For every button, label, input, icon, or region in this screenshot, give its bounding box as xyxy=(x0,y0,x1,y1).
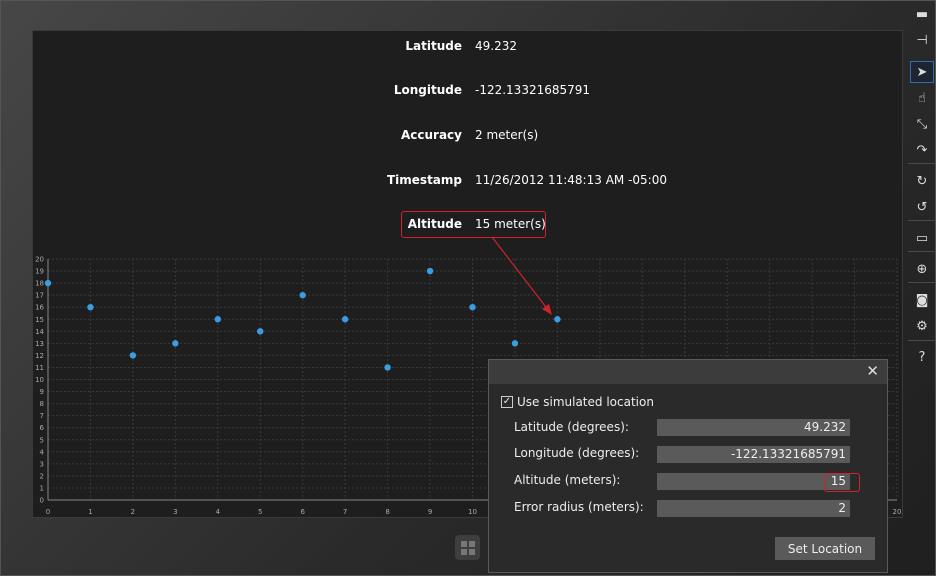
pointer-icon[interactable]: ➤ xyxy=(910,61,934,83)
data-point xyxy=(469,304,476,311)
data-point xyxy=(214,316,221,323)
screenshot-icon[interactable]: ◙ xyxy=(910,289,934,311)
data-point xyxy=(426,267,434,275)
data-point xyxy=(44,279,52,287)
data-point xyxy=(341,316,349,323)
y-tick-label: 18 xyxy=(35,280,44,288)
x-tick-label: 6 xyxy=(300,508,305,516)
use-simulated-label: Use simulated location xyxy=(517,395,654,409)
altitude-input[interactable] xyxy=(657,473,850,490)
data-point xyxy=(299,291,306,299)
pinch-zoom-icon[interactable]: ⤡ xyxy=(910,113,934,135)
x-tick-label: 9 xyxy=(428,508,432,516)
y-tick-label: 3 xyxy=(40,460,44,468)
use-simulated-checkbox[interactable]: ✓ Use simulated location xyxy=(501,395,654,409)
x-tick-label: 10 xyxy=(468,508,477,516)
latitude-input[interactable] xyxy=(657,419,850,436)
x-tick-label: 0 xyxy=(46,508,50,516)
y-tick-label: 19 xyxy=(35,268,44,276)
x-tick-label: 4 xyxy=(216,508,221,516)
data-point xyxy=(384,364,391,371)
x-tick-label: 1 xyxy=(88,508,92,516)
toolbar-divider xyxy=(908,251,936,252)
location-dialog: ✕ ✓ Use simulated location Latitude (deg… xyxy=(488,359,888,573)
y-tick-label: 2 xyxy=(40,472,44,480)
y-tick-label: 1 xyxy=(40,484,44,492)
windows-icon xyxy=(460,540,475,555)
toolbar-divider xyxy=(908,220,936,221)
data-point xyxy=(511,340,519,347)
rotate-clockwise-icon[interactable]: ↻ xyxy=(910,170,934,192)
y-tick-label: 15 xyxy=(35,316,44,324)
y-tick-label: 10 xyxy=(35,376,44,384)
annotation-arrow xyxy=(491,236,552,315)
altitude-input-highlight xyxy=(824,473,860,492)
y-tick-label: 6 xyxy=(40,424,45,432)
data-point xyxy=(87,304,94,311)
y-tick-label: 4 xyxy=(40,448,45,456)
x-tick-label: 3 xyxy=(173,508,177,516)
error-radius-field-label: Error radius (meters): xyxy=(514,500,644,514)
longitude-input[interactable] xyxy=(657,446,850,463)
dialog-titlebar: ✕ xyxy=(489,360,887,384)
y-tick-label: 7 xyxy=(40,412,44,420)
network-icon[interactable]: ⊕ xyxy=(910,258,934,280)
y-tick-label: 9 xyxy=(40,388,44,396)
simulator-toolbar: ▬ ⊣ ➤ ☝ ⤡ ↷ ↻ ↺ ▭ ⊕ ◙ ⚙? xyxy=(906,0,936,576)
rotate-touch-icon[interactable]: ↷ xyxy=(910,139,934,161)
minimize-icon[interactable]: ▬ xyxy=(910,3,934,25)
resolution-icon[interactable]: ▭ xyxy=(910,227,934,249)
y-tick-label: 17 xyxy=(35,292,44,300)
y-tick-label: 0 xyxy=(40,497,44,505)
data-point xyxy=(257,328,264,335)
settings-icon[interactable]: ⚙ xyxy=(910,315,934,337)
pin-icon[interactable]: ⊣ xyxy=(910,29,934,51)
y-tick-label: 8 xyxy=(40,400,44,408)
help-icon[interactable]: ? xyxy=(910,346,934,368)
data-point xyxy=(554,316,561,323)
x-tick-label: 7 xyxy=(343,508,347,516)
set-location-button[interactable]: Set Location xyxy=(775,537,875,560)
touch-icon[interactable]: ☝ xyxy=(910,87,934,109)
x-tick-label: 8 xyxy=(385,508,389,516)
y-tick-label: 13 xyxy=(35,340,44,348)
error-radius-input[interactable] xyxy=(657,500,850,517)
y-tick-label: 12 xyxy=(35,352,44,360)
y-tick-label: 5 xyxy=(40,436,44,444)
checkbox-checked-icon[interactable]: ✓ xyxy=(501,396,513,408)
altitude-field-label: Altitude (meters): xyxy=(514,473,621,487)
y-tick-label: 11 xyxy=(35,364,44,372)
toolbar-divider xyxy=(908,282,936,283)
y-tick-label: 16 xyxy=(35,304,44,312)
longitude-field-label: Longitude (degrees): xyxy=(514,446,640,460)
arrow-line xyxy=(491,236,550,312)
toolbar-divider xyxy=(908,340,936,341)
data-point xyxy=(129,352,137,359)
x-tick-label: 5 xyxy=(258,508,262,516)
windows-button[interactable] xyxy=(455,535,480,560)
toolbar-divider xyxy=(908,163,936,164)
rotate-counterclockwise-icon[interactable]: ↺ xyxy=(910,196,934,218)
latitude-field-label: Latitude (degrees): xyxy=(514,420,629,434)
y-tick-label: 20 xyxy=(35,256,44,264)
x-tick-label: 20 xyxy=(893,508,902,516)
y-tick-label: 14 xyxy=(35,328,44,336)
arrow-head xyxy=(542,304,552,315)
close-icon[interactable]: ✕ xyxy=(866,362,879,380)
data-point xyxy=(172,340,179,347)
x-tick-label: 2 xyxy=(131,508,135,516)
